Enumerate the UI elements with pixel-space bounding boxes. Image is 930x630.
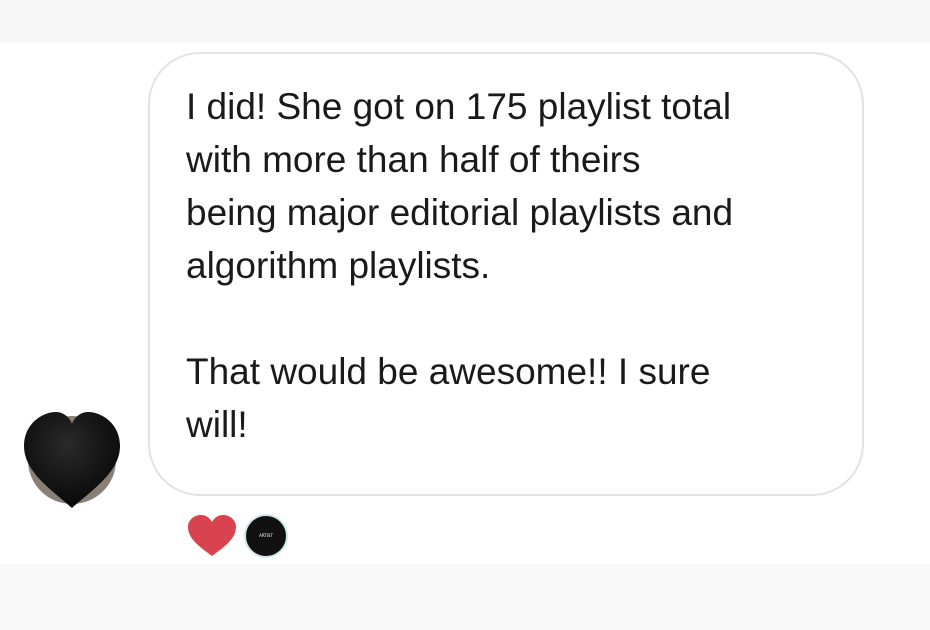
black-heart-icon: [24, 412, 120, 508]
reactor-logo-text: ARTIST: [259, 533, 273, 538]
bottom-strip: [0, 564, 930, 630]
sender-avatar[interactable]: [22, 408, 122, 512]
top-strip: [0, 0, 930, 42]
heart-icon: [188, 515, 236, 556]
reactor-avatar[interactable]: ARTIST: [244, 514, 288, 558]
message-text: I did! She got on 175 playlist total wit…: [186, 86, 734, 445]
reaction-heart[interactable]: [186, 514, 238, 558]
